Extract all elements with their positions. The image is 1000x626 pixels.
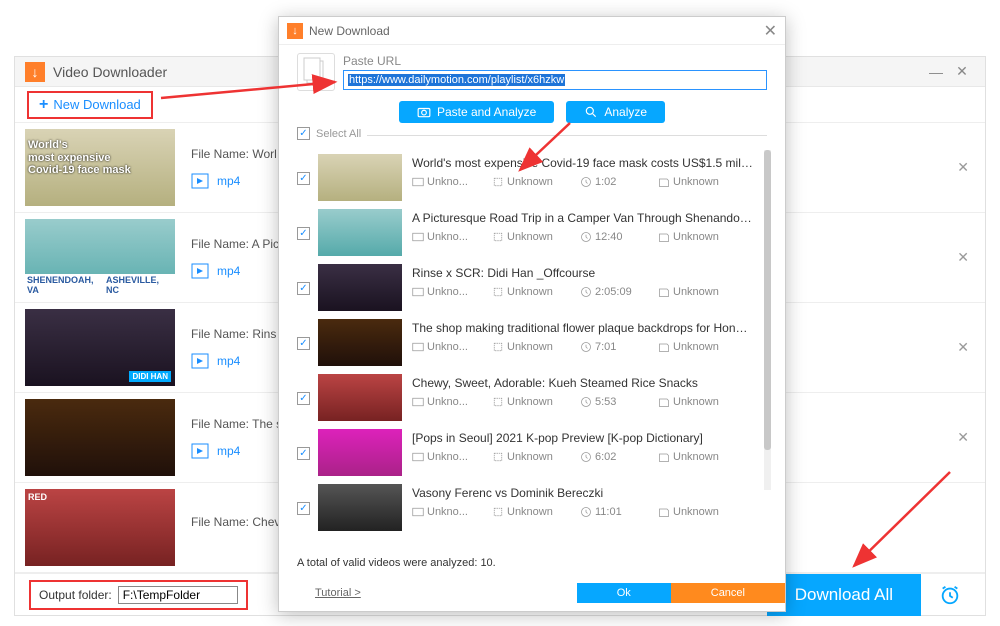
thumbnail: RED (25, 489, 175, 566)
format-icon (191, 263, 209, 279)
video-meta: Unkno...Unknown2:05:09Unknown (412, 286, 753, 298)
video-meta: Unkno...Unknown1:02Unknown (412, 176, 753, 188)
video-checkbox[interactable]: ✓ (297, 227, 310, 240)
download-all-button[interactable]: Download All (767, 574, 921, 616)
output-folder-input[interactable] (118, 586, 238, 604)
select-all-label: Select All (316, 128, 361, 140)
video-meta: Unkno...Unknown12:40Unknown (412, 231, 753, 243)
camera-icon (417, 105, 431, 119)
clipboard-icon (297, 53, 335, 91)
video-item[interactable]: ✓ [Pops in Seoul] 2021 K-pop Preview [K-p… (297, 425, 757, 480)
video-list: ✓ World's most expensive Covid-19 face ma… (297, 150, 771, 551)
format-label: mp4 (217, 444, 240, 458)
plus-icon: + (39, 96, 48, 114)
video-checkbox[interactable]: ✓ (297, 502, 310, 515)
new-download-label: New Download (53, 97, 140, 112)
schedule-button[interactable] (929, 574, 971, 616)
video-checkbox[interactable]: ✓ (297, 282, 310, 295)
thumbnail: SHENENDOAH, VAASHEVILLE, NC (25, 219, 175, 296)
row-close-icon[interactable]: ✕ (957, 339, 969, 356)
row-close-icon[interactable]: ✕ (957, 249, 969, 266)
new-download-dialog: ↓ New Download ✕ Paste URL https://www.d… (278, 16, 786, 612)
new-download-button[interactable]: + New Download (27, 91, 153, 119)
output-folder-box: Output folder: (29, 580, 248, 610)
format-icon (191, 173, 209, 189)
video-item[interactable]: ✓ World's most expensive Covid-19 face ma… (297, 150, 757, 205)
scrollbar-thumb[interactable] (764, 150, 771, 450)
minimize-button[interactable]: — (923, 62, 949, 82)
video-title: Rinse x SCR: Didi Han _Offcourse (412, 266, 753, 280)
video-thumbnail (318, 319, 402, 366)
video-meta: Unkno...Unknown11:01Unknown (412, 506, 753, 518)
dialog-icon: ↓ (287, 23, 303, 39)
tutorial-link[interactable]: Tutorial > (315, 587, 361, 599)
video-checkbox[interactable]: ✓ (297, 447, 310, 460)
video-item[interactable]: ✓ A Picturesque Road Trip in a Camper Van… (297, 205, 757, 260)
dialog-close-button[interactable]: ✕ (764, 21, 777, 41)
video-thumbnail (318, 209, 402, 256)
video-meta: Unkno...Unknown5:53Unknown (412, 396, 753, 408)
app-title: Video Downloader (53, 64, 167, 80)
cancel-button[interactable]: Cancel (671, 583, 785, 603)
video-checkbox[interactable]: ✓ (297, 392, 310, 405)
alarm-clock-icon (939, 584, 961, 606)
video-thumbnail (318, 374, 402, 421)
search-icon (584, 105, 598, 119)
format-label: mp4 (217, 264, 240, 278)
format-label: mp4 (217, 174, 240, 188)
video-item[interactable]: ✓ Vasony Ferenc vs Dominik Bereczki Unkno.… (297, 480, 757, 535)
dialog-title: New Download (309, 24, 390, 38)
video-thumbnail (318, 154, 402, 201)
video-title: Chewy, Sweet, Adorable: Kueh Steamed Ric… (412, 376, 753, 390)
analyze-button[interactable]: Analyze (566, 101, 665, 123)
close-button[interactable]: ✕ (949, 62, 975, 82)
video-item[interactable]: ✓ Chewy, Sweet, Adorable: Kueh Steamed Ri… (297, 370, 757, 425)
video-meta: Unkno...Unknown7:01Unknown (412, 341, 753, 353)
paste-and-analyze-button[interactable]: Paste and Analyze (399, 101, 554, 123)
thumbnail (25, 399, 175, 476)
url-input[interactable]: https://www.dailymotion.com/playlist/x6h… (343, 70, 767, 90)
dialog-titlebar: ↓ New Download ✕ (279, 17, 785, 45)
video-checkbox[interactable]: ✓ (297, 337, 310, 350)
thumbnail: World's most expensive Covid-19 face mas… (25, 129, 175, 206)
video-meta: Unkno...Unknown6:02Unknown (412, 451, 753, 463)
video-item[interactable]: ✓ The shop making traditional flower plaq… (297, 315, 757, 370)
video-thumbnail (318, 264, 402, 311)
row-close-icon[interactable]: ✕ (957, 429, 969, 446)
video-title: World's most expensive Covid-19 face mas… (412, 156, 753, 170)
format-icon (191, 353, 209, 369)
video-title: The shop making traditional flower plaqu… (412, 321, 753, 335)
app-icon: ↓ (25, 62, 45, 82)
format-label: mp4 (217, 354, 240, 368)
video-title: [Pops in Seoul] 2021 K-pop Preview [K-po… (412, 431, 753, 445)
scrollbar[interactable] (764, 150, 771, 490)
analyze-note: A total of valid videos were analyzed: 1… (279, 551, 785, 575)
output-folder-label: Output folder: (39, 588, 112, 602)
video-thumbnail (318, 484, 402, 531)
row-close-icon[interactable]: ✕ (957, 159, 969, 176)
format-icon (191, 443, 209, 459)
select-all-checkbox[interactable]: ✓ (297, 127, 310, 140)
video-thumbnail (318, 429, 402, 476)
video-item[interactable]: ✓ Rinse x SCR: Didi Han _Offcourse Unkno..… (297, 260, 757, 315)
paste-url-label: Paste URL (343, 54, 767, 68)
video-title: Vasony Ferenc vs Dominik Bereczki (412, 486, 753, 500)
video-title: A Picturesque Road Trip in a Camper Van … (412, 211, 753, 225)
thumbnail: DIDI HAN (25, 309, 175, 386)
video-checkbox[interactable]: ✓ (297, 172, 310, 185)
ok-button[interactable]: Ok (577, 583, 671, 603)
